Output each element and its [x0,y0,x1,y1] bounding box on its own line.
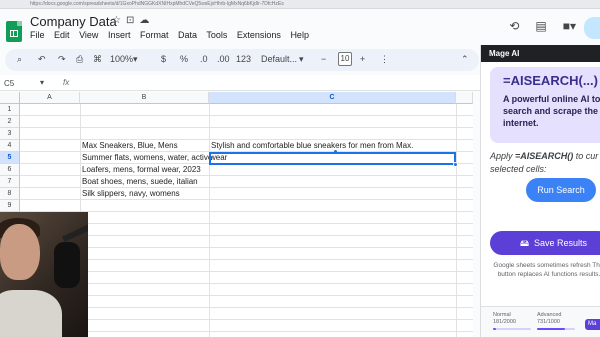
row-header-5[interactable]: 5 [0,152,20,164]
save-results-button[interactable]: 🖴 Save Results [490,231,600,255]
print-icon[interactable]: ⎙ [76,54,83,65]
row-header-1[interactable]: 1 [0,104,20,116]
decrease-decimal-button[interactable]: .0 [200,54,208,64]
plan-advanced: Advanced 731/1000 [537,312,575,330]
cloud-status-icon[interactable]: ☁ [139,15,149,26]
browser-url-bar[interactable]: https://docs.google.com/spreadsheets/d/1… [0,0,600,9]
select-all-corner[interactable] [0,92,20,104]
menu-help[interactable]: Help [290,30,309,40]
sheets-logo-icon[interactable] [6,21,22,42]
save-icon: 🖴 [520,238,530,248]
zoom-select[interactable]: 100% [110,54,133,64]
sidebar-title: Mage AI [489,49,520,58]
meet-icon[interactable]: ■▾ [563,19,576,33]
aisearch-card: =AISEARCH(...) A powerful online AI to s… [490,67,600,143]
menu-view[interactable]: View [79,30,98,40]
menu-tools[interactable]: Tools [206,30,227,40]
cell-b8[interactable]: Silk slippers, navy, womens [80,188,180,200]
font-size-decrease-button[interactable]: − [321,54,326,64]
header-actions: ⟲ ▤ ■▾ [493,19,576,33]
collapse-toolbar-icon[interactable]: ⌃ [461,54,469,65]
selected-cell-c5[interactable] [209,152,458,167]
percent-format-button[interactable]: % [180,54,188,64]
menu-file[interactable]: File [30,30,45,40]
redo-icon[interactable]: ↷ [58,54,66,65]
share-button[interactable] [584,17,600,39]
menu-insert[interactable]: Insert [108,30,131,40]
app-header: Company Data ☆ ⊡ ☁ File Edit View Insert F… [0,9,600,45]
chevron-down-icon[interactable]: ▾ [299,54,304,65]
menu-extensions[interactable]: Extensions [237,30,281,40]
chevron-down-icon[interactable]: ▾ [133,54,138,65]
row-header-9[interactable]: 9 [0,200,20,212]
menu-edit[interactable]: Edit [54,30,70,40]
chevron-down-icon[interactable]: ▾ [40,78,44,87]
webcam-overlay [0,212,88,337]
refresh-note: Google sheets sometimes refresh This but… [493,262,600,278]
search-menus-icon[interactable]: ⌕ [17,54,22,65]
row-header-7[interactable]: 7 [0,176,20,188]
history-icon[interactable]: ⟲ [509,19,519,33]
more-options-icon[interactable]: ⋮ [380,54,389,65]
aisearch-title: =AISEARCH(...) [503,73,598,88]
row-header-3[interactable]: 3 [0,128,20,140]
mage-ai-sidebar: Mage AI =AISEARCH(...) A powerful online… [480,45,600,337]
run-search-button[interactable]: Run Search [526,178,596,202]
move-folder-icon[interactable]: ⊡ [126,15,134,26]
row-header-4[interactable]: 4 [0,140,20,152]
cell-b5[interactable]: Summer flats, womens, water, active [80,152,212,164]
cell-c4[interactable]: Stylish and comfortable blue sneakers fo… [209,140,413,152]
font-size-increase-button[interactable]: + [360,54,365,64]
increase-decimal-button[interactable]: .00 [217,54,230,64]
microphone-icon [54,242,80,288]
row-header-6[interactable]: 6 [0,164,20,176]
sheets-window: { "browser": { "url": "https://docs.goog… [0,0,600,337]
paint-format-icon[interactable]: ⌘ [93,54,102,65]
url-text: https://docs.google.com/spreadsheets/d/1… [30,1,284,7]
column-header-c[interactable]: C [209,92,456,104]
toolbar: ⌕ ↶ ↷ ⎙ ⌘ 100% ▾ $ % .0 .00 123 Default.… [5,49,479,71]
undo-icon[interactable]: ↶ [38,54,46,65]
apply-instructions: Apply =AISEARCH() to cur selected cells: [490,151,599,174]
more-formats-button[interactable]: 123 [236,54,251,64]
formula-bar: C5 ▾ fx [0,75,480,91]
cell-b7[interactable]: Boat shoes, mens, suede, italian [80,176,198,188]
row-header-8[interactable]: 8 [0,188,20,200]
aisearch-description: A powerful online AI to search and scrap… [503,94,600,128]
menu-format[interactable]: Format [140,30,169,40]
sidebar-header: Mage AI [481,45,600,62]
document-title[interactable]: Company Data [30,14,117,29]
cell-b6[interactable]: Loafers, mens, formal wear, 2023 [80,164,201,176]
currency-format-button[interactable]: $ [161,54,166,64]
column-header-d[interactable] [456,92,473,104]
menu-bar: File Edit View Insert Format Data Tools … [30,30,316,40]
name-box[interactable]: C5 [4,79,14,88]
font-select[interactable]: Default... [261,54,297,64]
menu-data[interactable]: Data [178,30,197,40]
cell-b4[interactable]: Max Sneakers, Blue, Mens [80,140,178,152]
column-header-a[interactable]: A [20,92,80,104]
manage-plan-button[interactable]: Ma [585,319,600,330]
usage-plans: Normal 181/2000 Advanced 731/1000 Ma [481,306,600,337]
star-icon[interactable]: ☆ [112,15,121,26]
plan-normal: Normal 181/2000 [493,312,531,330]
font-size-input[interactable]: 10 [338,52,352,66]
title-icons: ☆ ⊡ ☁ [112,15,154,26]
fx-icon: fx [63,78,70,87]
column-header-b[interactable]: B [80,92,209,104]
row-header-2[interactable]: 2 [0,116,20,128]
comments-icon[interactable]: ▤ [535,19,546,33]
fill-handle[interactable] [453,162,458,167]
